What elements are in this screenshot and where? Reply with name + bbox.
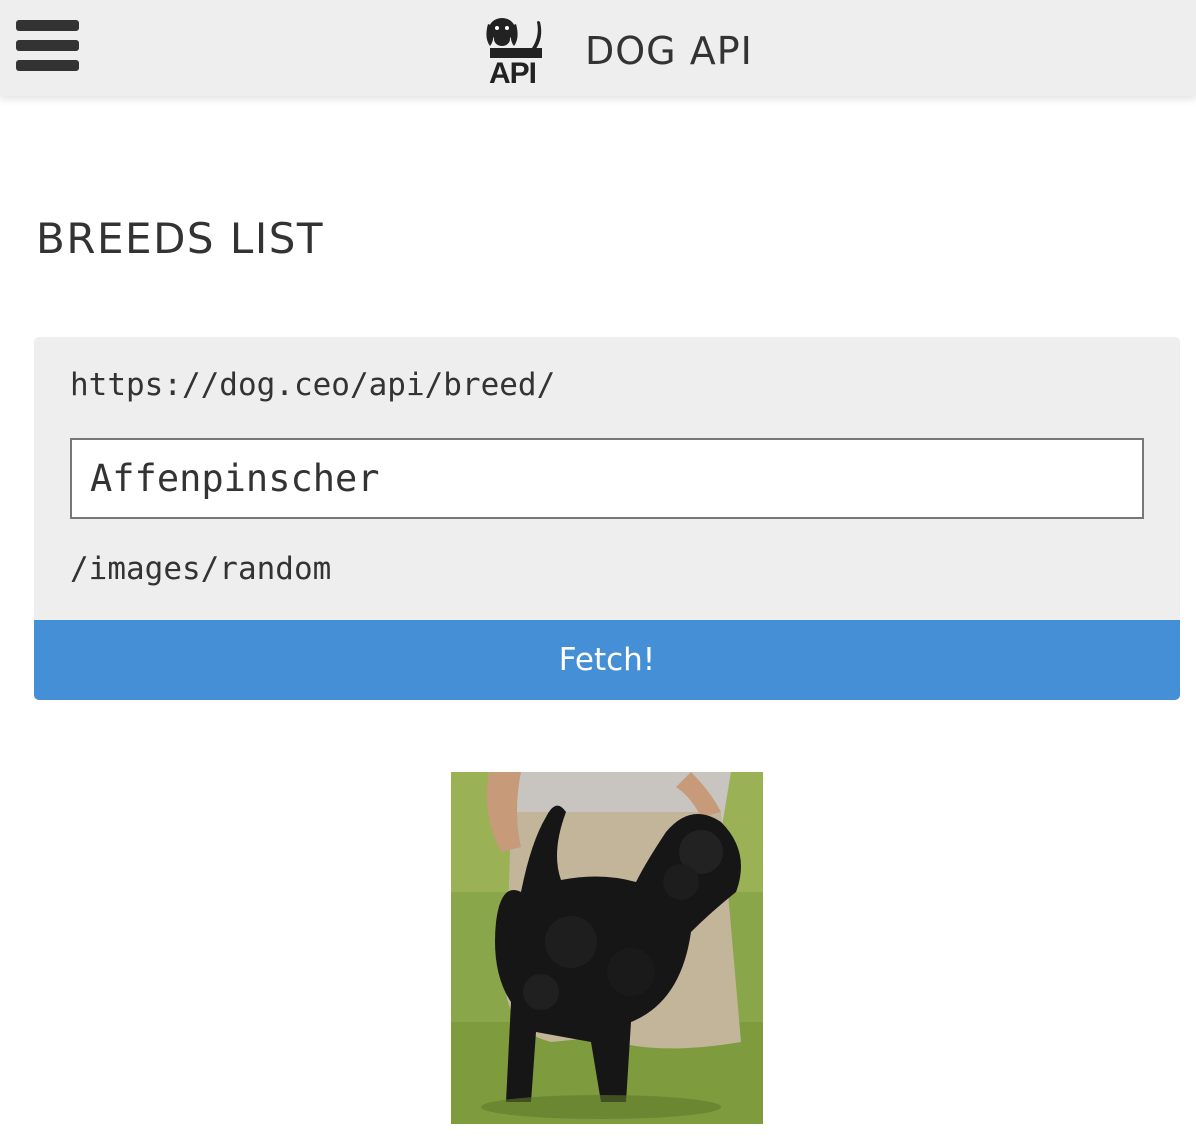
endpoint-panel: https://dog.ceo/api/breed/ /images/rando… (34, 337, 1180, 621)
fetch-button[interactable]: Fetch! (34, 620, 1180, 700)
page-title: BREEDS LIST (36, 214, 325, 263)
endpoint-suffix: /images/random (70, 551, 332, 587)
brand-title: DOG API (585, 29, 753, 73)
dog-photo (451, 772, 763, 1124)
brand[interactable]: API DOG API (482, 16, 753, 86)
logo-text: API (489, 57, 536, 86)
hamburger-menu-button[interactable] (16, 18, 80, 74)
dog-api-logo-icon: API (486, 18, 542, 86)
breed-input[interactable] (70, 438, 1144, 519)
endpoint-prefix: https://dog.ceo/api/breed/ (70, 367, 556, 403)
top-navbar: API DOG API (0, 0, 1196, 96)
